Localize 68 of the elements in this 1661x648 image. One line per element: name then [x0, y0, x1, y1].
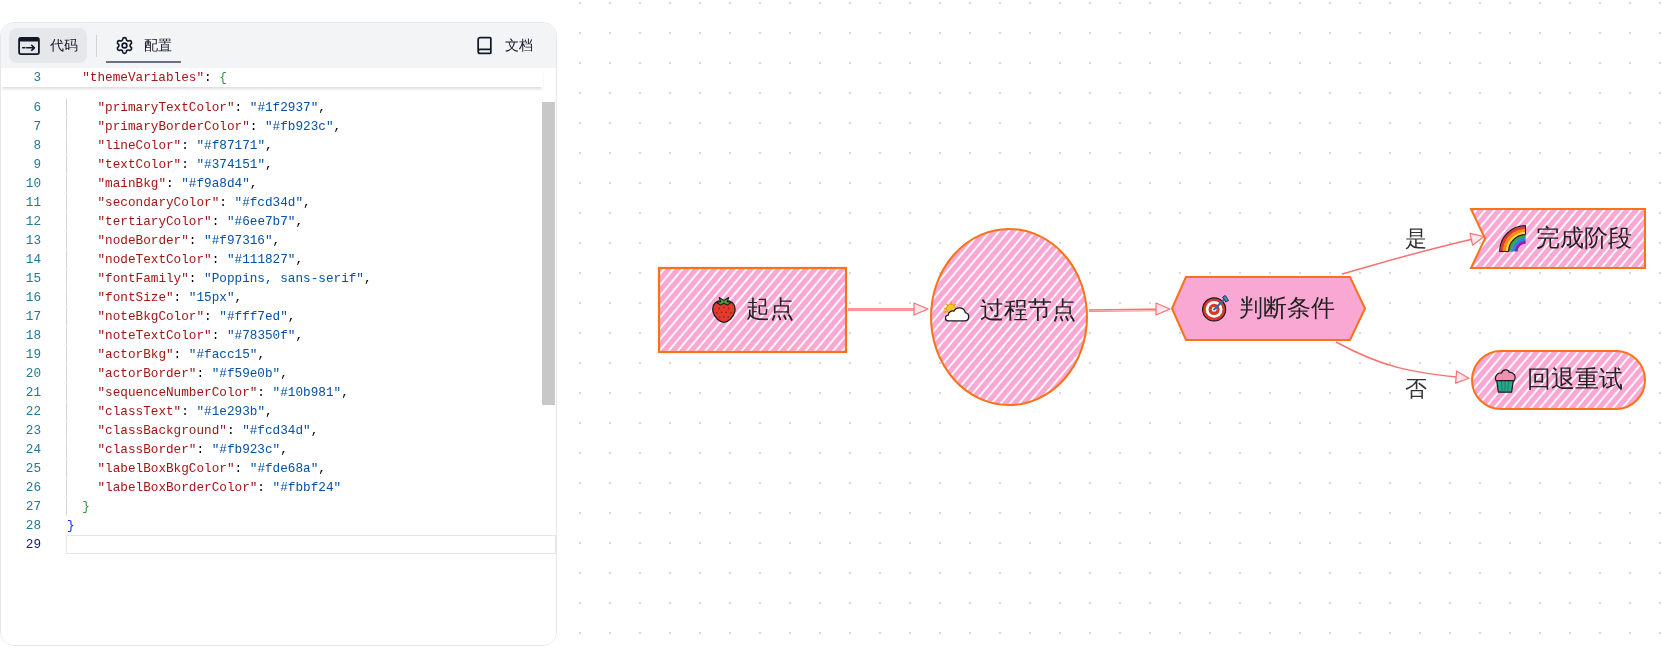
node-label: 过程节点: [979, 297, 1076, 325]
code-line: "sequenceNumberColor": "#10b981",: [97, 384, 349, 400]
book-icon: [475, 36, 494, 55]
line-number: 24: [25, 441, 41, 457]
code-line: "primaryBorderColor": "#fb923c",: [97, 118, 342, 134]
docs-link[interactable]: 文档: [475, 36, 533, 55]
line-number: 20: [25, 365, 41, 381]
edge-label: 是: [1405, 225, 1427, 251]
code-line: "actorBorder": "#f59e0b",: [97, 365, 288, 381]
toolbar-tab[interactable]: 配置: [106, 28, 181, 63]
cupcake-icon: [1494, 367, 1517, 393]
line-number: 14: [25, 251, 41, 267]
strawberry-icon: [711, 297, 736, 323]
line-number: 9: [33, 156, 41, 172]
line-number: 22: [25, 403, 41, 419]
node-label: 判断条件: [1239, 294, 1335, 323]
code-line: "classBackground": "#fcd34d",: [97, 422, 319, 438]
line-number: 25: [25, 460, 41, 476]
toolbar-tab[interactable]: 代码: [9, 28, 87, 63]
line-number: 16: [25, 289, 41, 305]
line-number: 7: [33, 118, 41, 134]
code-line: "primaryTextColor": "#1f2937",: [97, 99, 326, 115]
line-number: 26: [25, 479, 41, 495]
code-line: "nodeTextColor": "#111827",: [97, 251, 304, 267]
code-line: "fontSize": "15px",: [97, 289, 243, 305]
line-number: 13: [25, 232, 41, 248]
settings-icon: [115, 36, 134, 55]
code-line: "textColor": "#374151",: [97, 156, 273, 172]
line-number: 27: [25, 498, 41, 514]
line-number: 12: [25, 213, 41, 229]
line-number: 19: [25, 346, 41, 362]
line-number: 3: [33, 70, 41, 85]
code-line: }: [67, 517, 75, 533]
code-line: "lineColor": "#f87171",: [97, 137, 273, 153]
rainbow-icon: [1498, 225, 1526, 252]
code-line: "classText": "#1e293b",: [97, 403, 273, 419]
edge-label: 否: [1405, 375, 1427, 401]
line-number: 10: [25, 175, 41, 191]
line-number: 15: [25, 270, 41, 286]
target-icon: [1202, 295, 1229, 322]
code-line: "mainBkg": "#f9a8d4",: [97, 175, 258, 191]
code-line: "themeVariables": {: [82, 70, 227, 85]
code-line: "nodeBorder": "#f97316",: [97, 232, 281, 248]
scrollbar-thumb[interactable]: [542, 102, 555, 405]
code-line: }: [82, 498, 90, 514]
line-number: 6: [33, 99, 41, 115]
line-number: 17: [25, 308, 41, 324]
code-line: "labelBoxBorderColor": "#fbbf24": [97, 479, 342, 495]
code-line: "fontFamily": "Poppins, sans-serif",: [97, 270, 372, 286]
node-label: 起点: [745, 296, 794, 324]
line-number: 28: [25, 517, 41, 533]
line-number: 23: [25, 422, 41, 438]
code-line: "noteBkgColor": "#fff7ed",: [97, 308, 296, 324]
code-line: "labelBoxBkgColor": "#fde68a",: [97, 460, 326, 476]
line-number: 11: [25, 194, 41, 210]
line-number: 29: [25, 536, 41, 552]
terminal-icon: [18, 36, 40, 55]
code-line: "noteTextColor": "#78350f",: [97, 327, 304, 343]
node-label: 完成阶段: [1535, 224, 1632, 253]
line-number: 21: [25, 384, 41, 400]
code-line: "tertiaryColor": "#6ee7b7",: [97, 213, 304, 229]
code-line: "actorBkg": "#facc15",: [97, 346, 265, 362]
line-number: 18: [25, 327, 41, 343]
code-line: "classBorder": "#fb923c",: [97, 441, 288, 457]
line-number: 8: [33, 137, 41, 153]
cloud-sun-icon: [942, 300, 970, 322]
code-line: "secondaryColor": "#fcd34d",: [97, 194, 311, 210]
node-label: 回退重试: [1527, 366, 1623, 394]
